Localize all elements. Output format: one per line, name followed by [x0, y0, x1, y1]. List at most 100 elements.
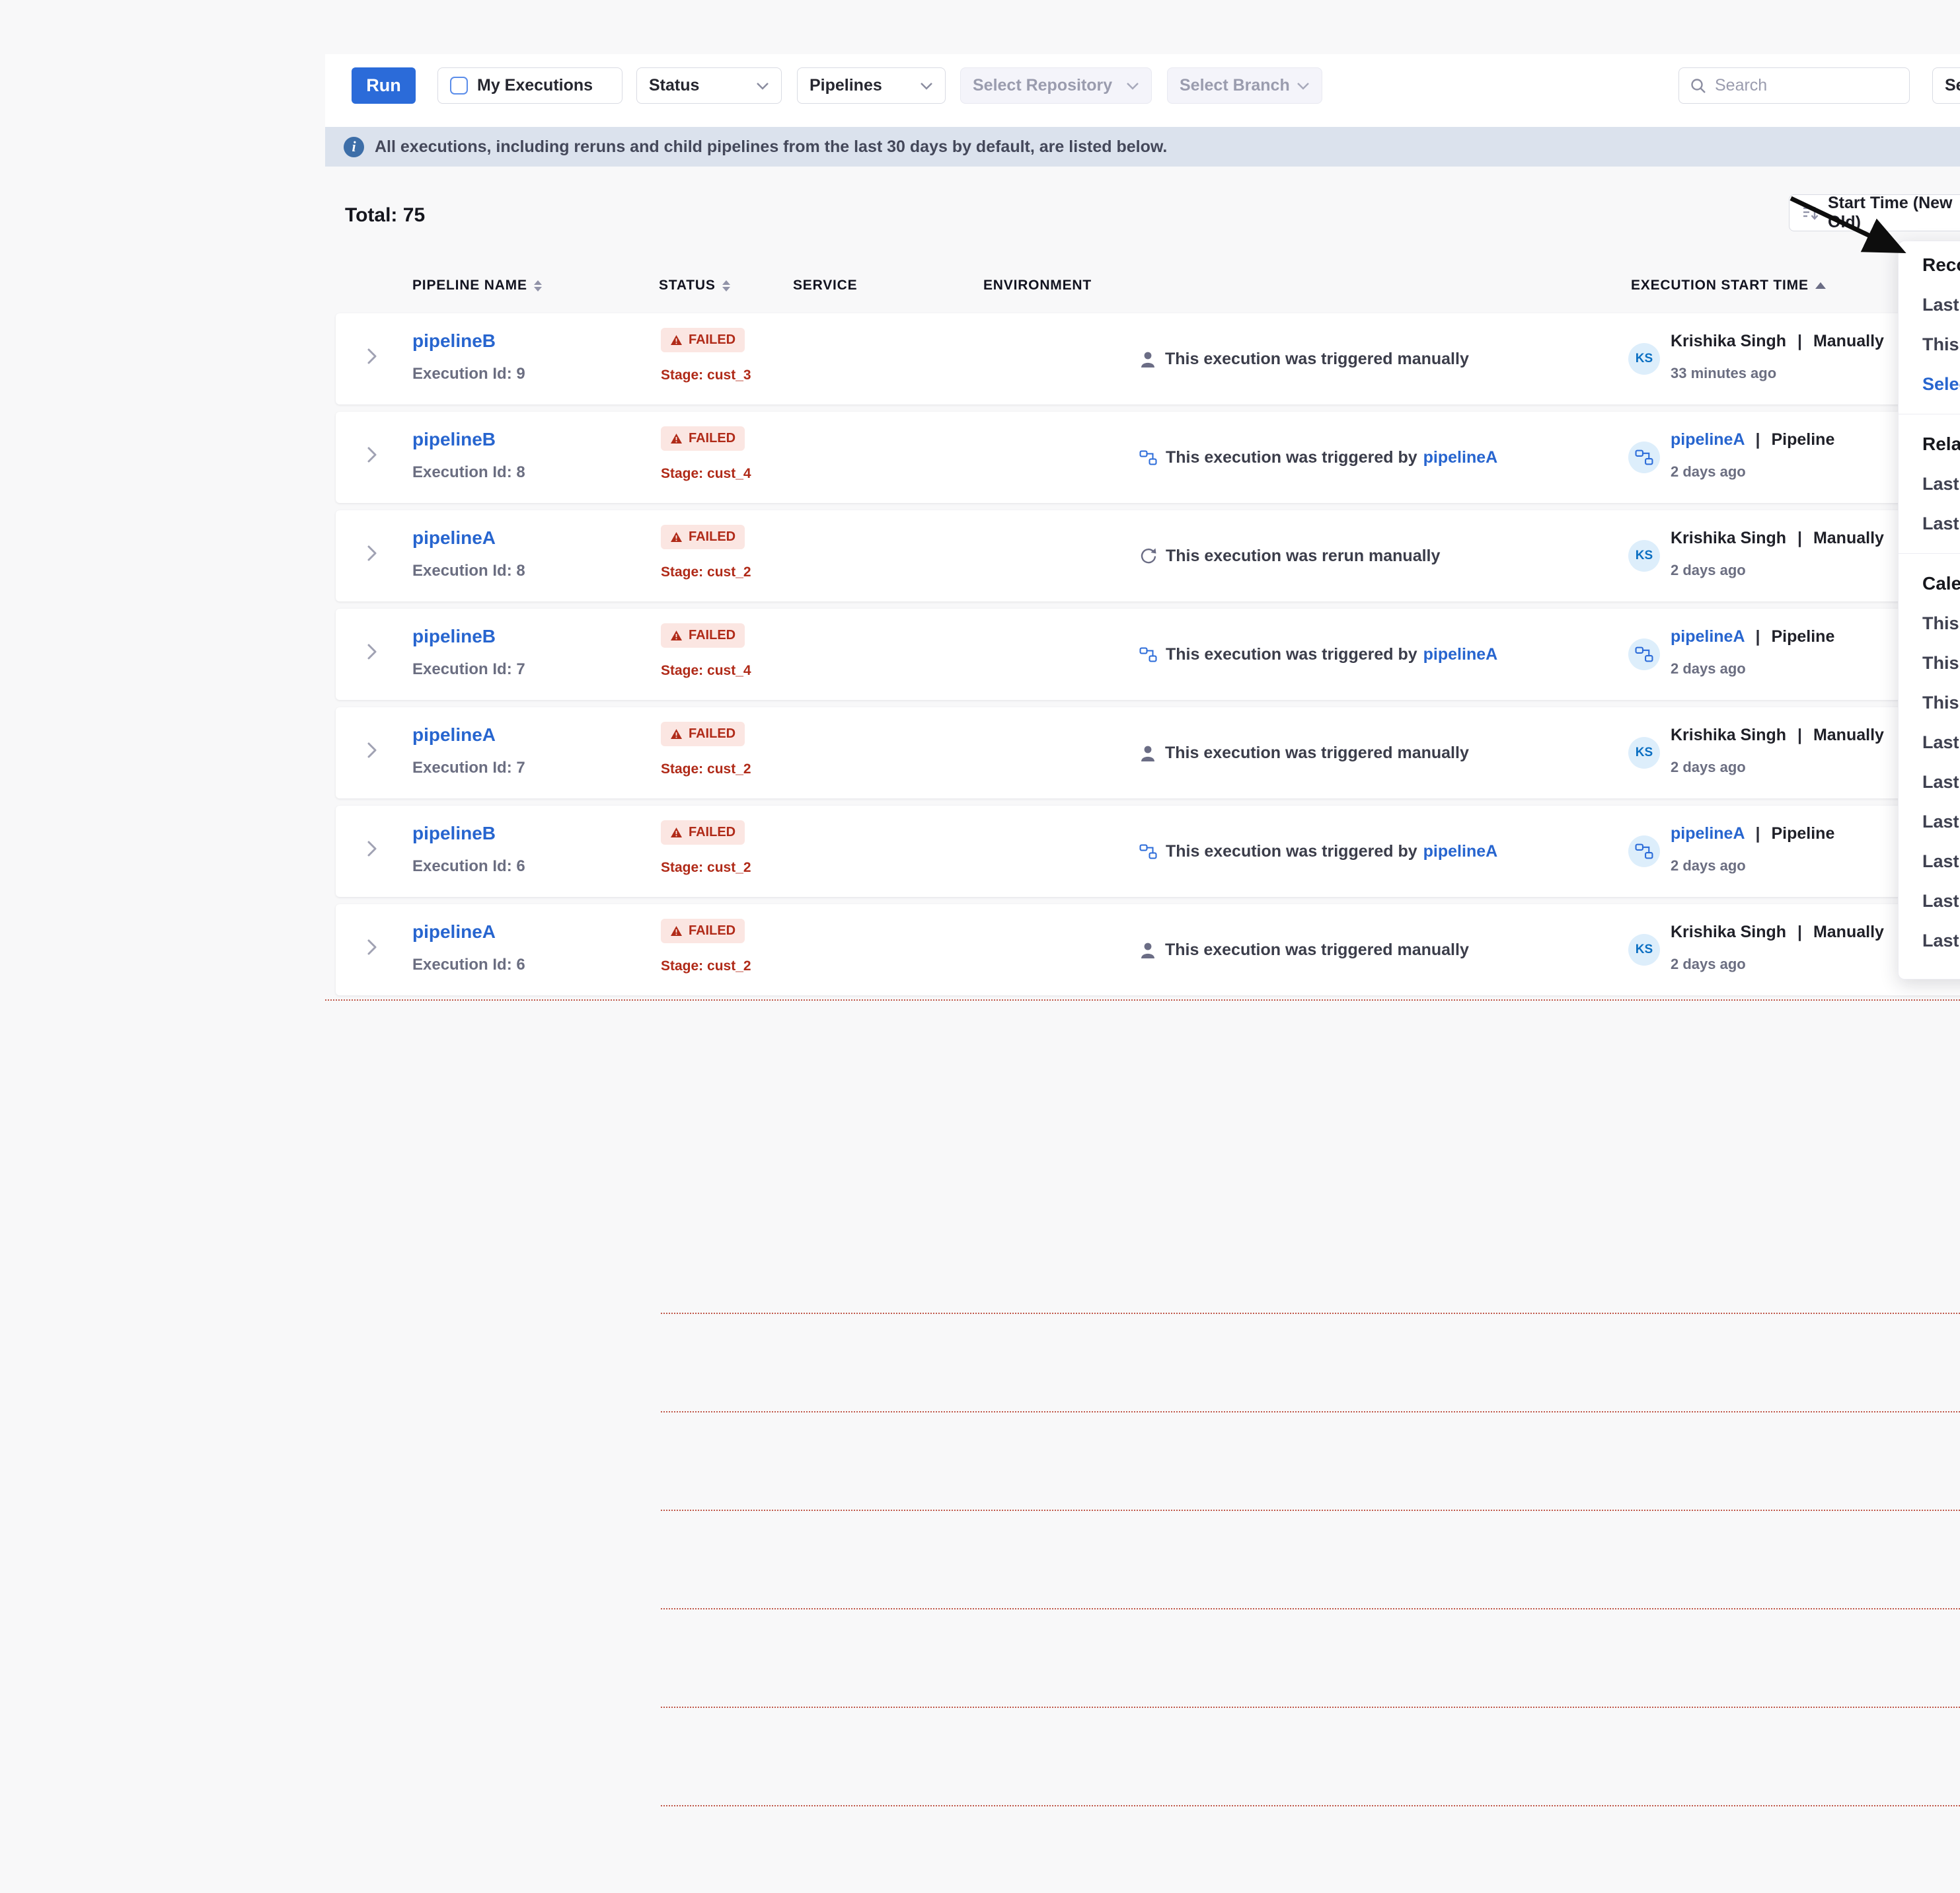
- execution-id: Execution Id: 8: [412, 562, 525, 580]
- execution-row[interactable]: pipelineA Execution Id: 8 FAILED Stage: …: [336, 510, 1960, 601]
- pipeline-name-link[interactable]: pipelineB: [412, 330, 496, 352]
- select-repository-label: Select Repository: [973, 76, 1112, 95]
- date-range-option[interactable]: Last 7 Days Aug 31 - Sep 6: [1899, 464, 1960, 504]
- expand-chevron-icon[interactable]: [365, 348, 379, 365]
- date-range-option[interactable]: This Month Sep 2024: [1899, 603, 1960, 643]
- date-range-option[interactable]: Last Month Aug 2024: [1899, 722, 1960, 762]
- failed-stage-link[interactable]: Stage: cust_2: [661, 958, 1960, 1893]
- pipeline-icon: [1139, 449, 1157, 467]
- select-branch-dropdown[interactable]: Select Branch: [1167, 67, 1322, 104]
- trigger-pipeline-link[interactable]: pipelineA: [1423, 448, 1498, 467]
- pipeline-avatar: [1628, 835, 1660, 867]
- expand-chevron-icon[interactable]: [365, 840, 379, 857]
- date-range-option[interactable]: Select custom range: [1899, 364, 1960, 404]
- section-relative-dates: Relative dates: [1899, 424, 1960, 464]
- select-repository-dropdown[interactable]: Select Repository: [960, 67, 1152, 104]
- column-execution-start-time[interactable]: EXECUTION START TIME: [1631, 278, 1826, 293]
- separator: |: [1756, 824, 1760, 843]
- execution-row[interactable]: pipelineA Execution Id: 7 FAILED Stage: …: [336, 707, 1960, 798]
- run-button[interactable]: Run: [352, 67, 416, 104]
- expand-chevron-icon[interactable]: [365, 643, 379, 660]
- column-pipeline-name[interactable]: PIPELINE NAME: [412, 278, 542, 293]
- expand-chevron-icon[interactable]: [365, 939, 379, 956]
- warning-icon: [670, 334, 683, 346]
- execution-row[interactable]: pipelineB Execution Id: 7 FAILED Stage: …: [336, 609, 1960, 700]
- actor-name: Krishika Singh: [1671, 726, 1786, 744]
- execution-id: Execution Id: 6: [412, 857, 525, 876]
- pipeline-name-link[interactable]: pipelineB: [412, 626, 496, 647]
- pipeline-name-link[interactable]: pipelineA: [412, 724, 496, 746]
- expand-chevron-icon[interactable]: [365, 742, 379, 759]
- trigger-info: This execution was triggered by pipeline…: [1139, 609, 1497, 700]
- option-label: Last 6 Months: [1922, 891, 1960, 911]
- expand-chevron-icon[interactable]: [365, 545, 379, 562]
- execution-id: Execution Id: 6: [412, 956, 525, 974]
- user-avatar: KS: [1628, 737, 1660, 769]
- date-range-option[interactable]: This Quarter Jul - Sep 2024: [1899, 643, 1960, 683]
- search-icon: [1690, 77, 1707, 95]
- actor-pipeline-link[interactable]: pipelineA: [1671, 430, 1745, 449]
- user-icon: [1139, 744, 1156, 762]
- saved-filter-dropdown[interactable]: Select a saved filter: [1932, 67, 1960, 104]
- status-badge-label: FAILED: [689, 529, 735, 545]
- trigger-pipeline-link[interactable]: pipelineA: [1423, 645, 1498, 664]
- trigger-pipeline-link[interactable]: pipelineA: [1423, 842, 1498, 861]
- date-range-option[interactable]: Last 7 Days Aug 31 - Sep 6: [1899, 285, 1960, 325]
- status-badge: FAILED: [661, 328, 745, 352]
- pipeline-name-link[interactable]: pipelineB: [412, 823, 496, 844]
- trigger-text: This execution was rerun manually: [1166, 547, 1440, 566]
- info-banner-text: All executions, including reruns and chi…: [375, 137, 1167, 157]
- execution-id: Execution Id: 7: [412, 660, 525, 679]
- search-box[interactable]: [1678, 67, 1910, 104]
- expand-chevron-icon[interactable]: [365, 446, 379, 463]
- pipeline-icon: [1635, 448, 1653, 467]
- date-range-option[interactable]: Last 6 Months Feb 2024 - Aug 2024: [1899, 881, 1960, 921]
- actor-pipeline-link[interactable]: pipelineA: [1671, 627, 1745, 646]
- execution-row[interactable]: pipelineB Execution Id: 6 FAILED Stage: …: [336, 806, 1960, 897]
- option-label: This Year: [1922, 693, 1960, 713]
- sort-icon: [1801, 204, 1820, 222]
- date-range-option[interactable]: Last Quarter Apr - Jun 2024: [1899, 762, 1960, 802]
- status-badge-label: FAILED: [689, 431, 735, 446]
- column-status[interactable]: STATUS: [659, 278, 730, 293]
- pipeline-name-link[interactable]: pipelineA: [412, 921, 496, 943]
- date-range-option[interactable]: Last Year 2023: [1899, 802, 1960, 841]
- my-executions-checkbox[interactable]: [450, 77, 468, 95]
- pipeline-icon: [1635, 645, 1653, 664]
- sort-order-dropdown[interactable]: Start Time (New → Old): [1789, 194, 1960, 231]
- pipeline-name-link[interactable]: pipelineB: [412, 429, 496, 450]
- relative-options: Last 7 Days Aug 31 - Sep 6 Last 30 days …: [1899, 464, 1960, 543]
- option-label: Last 7 Days: [1922, 295, 1960, 315]
- separator: |: [1797, 726, 1802, 744]
- option-label: This Quarter: [1922, 653, 1960, 674]
- pipeline-icon: [1139, 843, 1157, 861]
- sort-asc-icon: [1815, 282, 1826, 289]
- execution-row[interactable]: pipelineB Execution Id: 9 FAILED Stage: …: [336, 313, 1960, 405]
- execution-id: Execution Id: 9: [412, 365, 525, 383]
- pipeline-name-link[interactable]: pipelineA: [412, 527, 496, 549]
- date-range-option[interactable]: Last 30 days Aug 7 - Sep 6: [1899, 504, 1960, 543]
- trigger-info: This execution was triggered manually: [1139, 313, 1469, 405]
- status-badge-label: FAILED: [689, 628, 735, 643]
- calendar-options: This Month Sep 2024 This Quarter Jul - S…: [1899, 603, 1960, 960]
- triggered-by: pipelineA | Pipeline: [1671, 824, 1834, 843]
- trigger-info: This execution was triggered by pipeline…: [1139, 412, 1497, 503]
- pipelines-filter-dropdown[interactable]: Pipelines: [797, 67, 946, 104]
- pipelines-filter-label: Pipelines: [810, 76, 882, 95]
- status-badge: FAILED: [661, 426, 745, 451]
- execution-time: 2 days ago: [1671, 759, 1746, 776]
- execution-row[interactable]: pipelineB Execution Id: 8 FAILED Stage: …: [336, 412, 1960, 503]
- search-input[interactable]: [1715, 76, 1873, 95]
- info-icon: i: [344, 137, 364, 157]
- actor-pipeline-link[interactable]: pipelineA: [1671, 824, 1745, 843]
- date-range-option[interactable]: This Year 2024: [1899, 683, 1960, 722]
- saved-filter-label: Select a saved filter: [1945, 76, 1960, 95]
- pipeline-icon: [1635, 842, 1653, 861]
- date-range-option[interactable]: Last 12 Months Aug 2023 - Aug 2024: [1899, 921, 1960, 960]
- my-executions-toggle[interactable]: My Executions: [437, 67, 622, 104]
- execution-row[interactable]: pipelineA Execution Id: 6 FAILED Stage: …: [336, 904, 1960, 995]
- date-range-option[interactable]: This Month Sep 2024: [1899, 325, 1960, 364]
- date-range-option[interactable]: Last 3 Months May 2024 - Aug 2024: [1899, 841, 1960, 881]
- section-recommended: Recommended: [1899, 245, 1960, 285]
- status-filter-dropdown[interactable]: Status: [636, 67, 782, 104]
